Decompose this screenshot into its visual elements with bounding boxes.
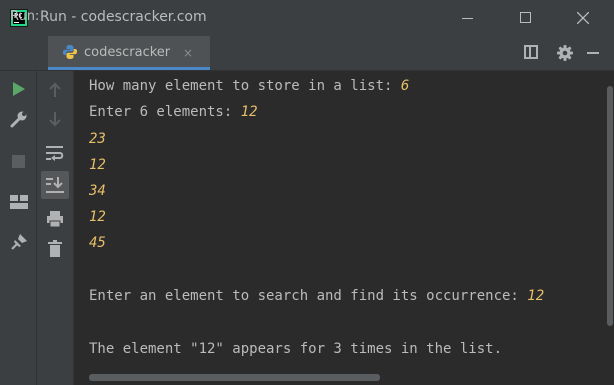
tab-close-icon[interactable]: × bbox=[183, 46, 193, 60]
up-arrow-icon[interactable] bbox=[49, 82, 61, 98]
console-line: 12 bbox=[89, 209, 106, 225]
python-icon bbox=[63, 45, 77, 59]
console-line: Enter an element to search and find its … bbox=[89, 288, 545, 304]
console-line: How many element to store in a list: 6 bbox=[89, 78, 410, 94]
close-window-button[interactable] bbox=[560, 0, 606, 36]
print-icon[interactable] bbox=[46, 210, 64, 228]
scroll-to-end-icon[interactable] bbox=[45, 176, 65, 194]
console-line: 34 bbox=[89, 183, 106, 199]
vertical-scrollbar[interactable] bbox=[607, 86, 613, 326]
tab-label: codescracker bbox=[84, 45, 171, 60]
tab-active-indicator bbox=[48, 67, 210, 70]
window-title: Run - codescracker.com bbox=[40, 9, 207, 25]
run-window: PC Run - codescracker.com Run: codescrac… bbox=[0, 0, 614, 385]
rerun-icon[interactable] bbox=[12, 81, 26, 97]
pin-icon[interactable] bbox=[10, 233, 28, 251]
console-line: 23 bbox=[89, 131, 106, 147]
console-line: 12 bbox=[89, 157, 106, 173]
horizontal-scrollbar[interactable] bbox=[89, 374, 380, 381]
minimize-window-button[interactable] bbox=[445, 0, 491, 36]
maximize-window-button[interactable] bbox=[503, 0, 549, 36]
down-arrow-icon[interactable] bbox=[49, 111, 61, 127]
minimize-icon[interactable] bbox=[587, 52, 599, 54]
wrench-icon[interactable] bbox=[10, 110, 28, 128]
layout-icon[interactable] bbox=[524, 45, 538, 59]
console-line: 45 bbox=[89, 235, 106, 251]
console-line: The element "12" appears for 3 times in … bbox=[89, 341, 503, 357]
trash-icon[interactable] bbox=[48, 240, 62, 258]
soft-wrap-icon[interactable] bbox=[45, 145, 65, 161]
gear-icon[interactable] bbox=[556, 44, 574, 62]
console-line: Enter 6 elements: 12 bbox=[89, 104, 258, 120]
stop-icon[interactable] bbox=[12, 155, 25, 168]
layout-icon[interactable] bbox=[10, 195, 28, 209]
run-label: Run: bbox=[10, 9, 40, 24]
close-icon bbox=[577, 12, 589, 24]
